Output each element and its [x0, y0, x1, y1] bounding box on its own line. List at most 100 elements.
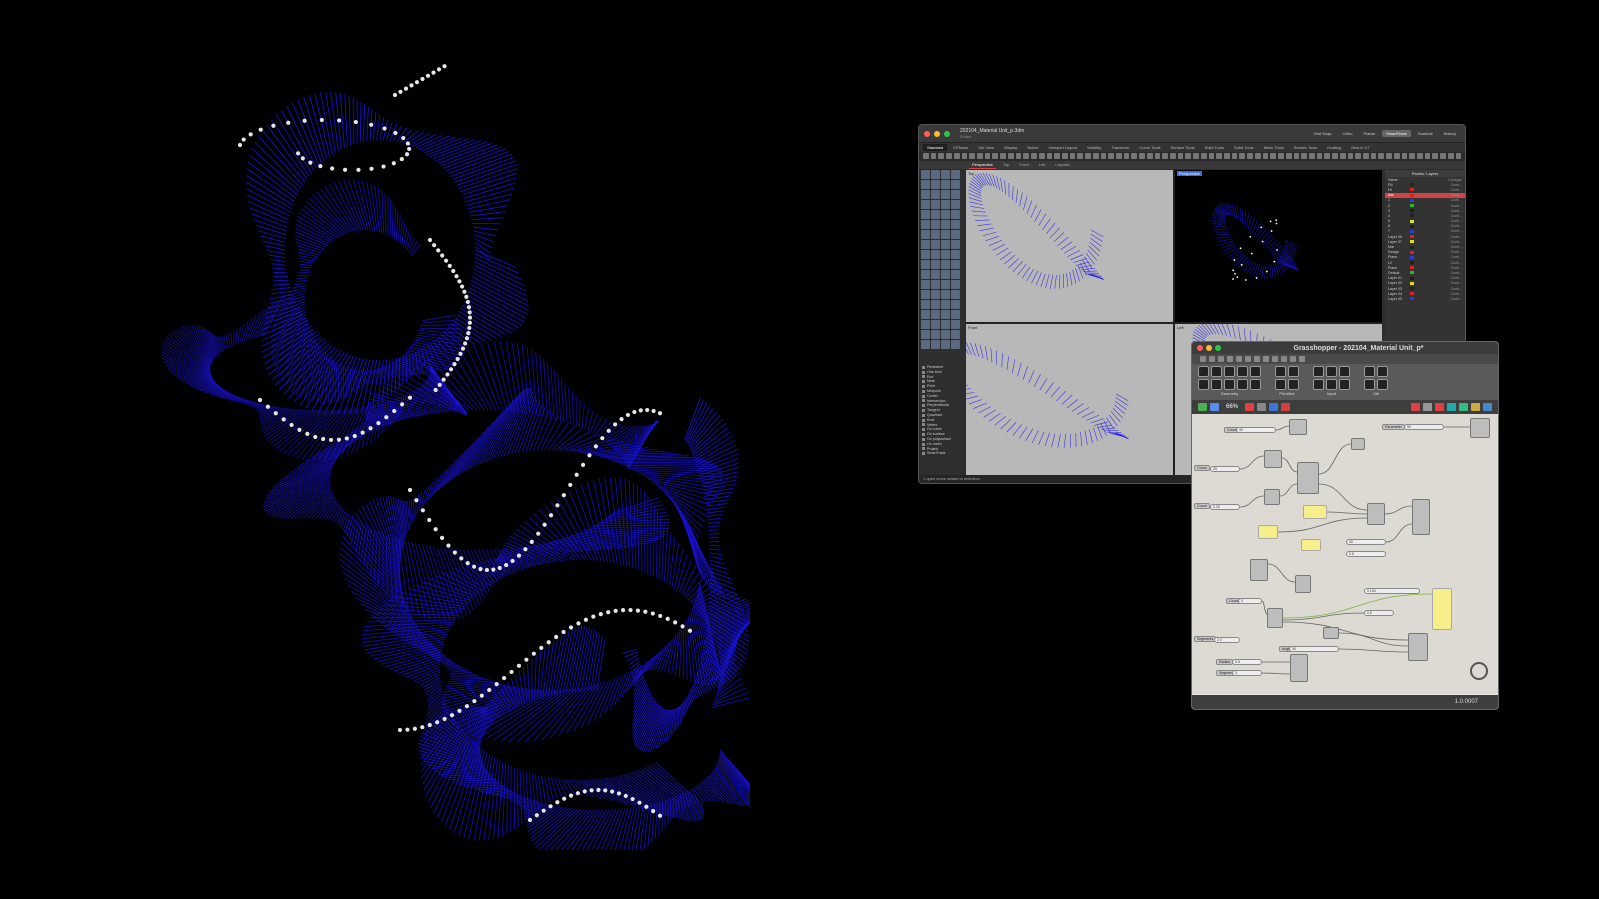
zoom-extents-icon[interactable]: [1257, 403, 1267, 411]
tool-icon[interactable]: [921, 340, 930, 349]
toolbar-icon[interactable]: [1393, 153, 1400, 159]
command-tab[interactable]: Set View: [974, 144, 998, 151]
component-icon[interactable]: [1275, 366, 1286, 377]
toolbar-icon[interactable]: [1447, 153, 1454, 159]
toolbar-icon[interactable]: [1061, 153, 1068, 159]
component-icon[interactable]: [1275, 379, 1286, 390]
tool-icon[interactable]: [951, 280, 960, 289]
component-icon[interactable]: [1250, 379, 1261, 390]
command-tab[interactable]: Select: [1023, 144, 1042, 151]
viewport-label[interactable]: Perspective: [1177, 171, 1202, 176]
tool-icon[interactable]: [921, 250, 930, 259]
toolbar-icon[interactable]: [1370, 153, 1377, 159]
toolbar-icon[interactable]: [1162, 153, 1168, 159]
viewport-top[interactable]: Top: [966, 170, 1173, 322]
toolbar-icon[interactable]: [1100, 153, 1107, 159]
toolbar-icon[interactable]: [1262, 153, 1269, 159]
toolbar-icon[interactable]: [1146, 153, 1153, 159]
selected-preview-icon[interactable]: [1447, 403, 1456, 411]
tool-icon[interactable]: [941, 340, 950, 349]
toolbar-icon[interactable]: [984, 153, 991, 159]
component-icon[interactable]: [1250, 366, 1261, 377]
tool-icon[interactable]: [921, 200, 930, 209]
tool-icon[interactable]: [941, 220, 950, 229]
toolbar-icon[interactable]: [946, 153, 952, 159]
shaded-preview-icon[interactable]: [1435, 403, 1444, 411]
layer-color-swatch[interactable]: [1410, 193, 1414, 197]
tool-icon[interactable]: [921, 280, 930, 289]
layer-color-swatch[interactable]: [1410, 219, 1414, 223]
tool-icon[interactable]: [931, 250, 940, 259]
number-slider[interactable]: 0.5: [1232, 659, 1262, 665]
toolbar-icon[interactable]: [930, 153, 937, 159]
toolbar-icon[interactable]: [1409, 153, 1415, 159]
number-slider[interactable]: 2.0: [1214, 637, 1240, 643]
toolbar-icon[interactable]: [961, 153, 968, 159]
toolbar-icon[interactable]: [1031, 153, 1037, 159]
tool-icon[interactable]: [941, 300, 950, 309]
toolbar-icon[interactable]: [1332, 153, 1338, 159]
component-icon[interactable]: [1313, 379, 1324, 390]
tool-icon[interactable]: [941, 330, 950, 339]
command-tab[interactable]: Solid Tools: [1201, 144, 1228, 151]
command-tab[interactable]: Transform: [1107, 144, 1133, 151]
toolbar-icon[interactable]: [1247, 153, 1253, 159]
toolbar-icon[interactable]: [1231, 153, 1238, 159]
component-icon[interactable]: [1339, 379, 1350, 390]
tool-icon[interactable]: [931, 180, 940, 189]
tool-icon[interactable]: [921, 220, 930, 229]
gh-menu-icon[interactable]: [1227, 356, 1233, 362]
snap-toggle[interactable]: Grid Snap: [1310, 130, 1336, 137]
snap-toggle[interactable]: Planar: [1360, 130, 1380, 137]
toolbar-icon[interactable]: [1108, 153, 1114, 159]
gh-component[interactable]: [1408, 633, 1428, 661]
minimize-icon[interactable]: [934, 130, 940, 137]
number-slider[interactable]: 0.25: [1210, 504, 1240, 510]
tool-icon[interactable]: [951, 290, 960, 299]
layer-color-swatch[interactable]: [1410, 204, 1414, 208]
command-tab[interactable]: Mesh Tools: [1260, 144, 1288, 151]
gh-menu-icon[interactable]: [1281, 356, 1287, 362]
sketch-icon[interactable]: [1281, 403, 1291, 411]
gh-component[interactable]: [1297, 462, 1319, 494]
toolbar-icon[interactable]: [1193, 153, 1199, 159]
toolbar-icon[interactable]: [1224, 153, 1230, 159]
command-tab[interactable]: Display: [1000, 144, 1021, 151]
tool-icon[interactable]: [941, 270, 950, 279]
toolbar-icon[interactable]: [1046, 153, 1053, 159]
command-tab[interactable]: Visibility: [1083, 144, 1105, 151]
layer-color-swatch[interactable]: [1410, 214, 1414, 218]
gh-component[interactable]: [1250, 559, 1268, 581]
toolbar-icon[interactable]: [1355, 153, 1361, 159]
component-icon[interactable]: [1211, 366, 1222, 377]
gh-menu-icon[interactable]: [1299, 356, 1305, 362]
tool-icon[interactable]: [921, 240, 930, 249]
toolbar-icon[interactable]: [1115, 153, 1122, 159]
viewport-front[interactable]: Front: [966, 323, 1173, 475]
component-icon[interactable]: [1198, 379, 1209, 390]
layer-color-swatch[interactable]: [1410, 240, 1414, 244]
gh-menu-icon[interactable]: [1218, 356, 1224, 362]
viewport-label[interactable]: Top: [968, 171, 974, 176]
snap-toggle[interactable]: SmartTrack: [1382, 130, 1411, 137]
tool-icon[interactable]: [931, 270, 940, 279]
component-icon[interactable]: [1313, 366, 1324, 377]
toolbar-icon[interactable]: [1339, 153, 1346, 159]
yellow-panel[interactable]: [1258, 525, 1278, 539]
tool-icon[interactable]: [921, 210, 930, 219]
save-icon[interactable]: [1198, 403, 1207, 411]
component-icon[interactable]: [1198, 366, 1209, 377]
gh-menu-icon[interactable]: [1245, 356, 1251, 362]
toolbar-icon[interactable]: [992, 153, 999, 159]
tool-icon[interactable]: [951, 180, 960, 189]
number-slider[interactable]: 3: [1238, 598, 1262, 604]
toolbar-icon[interactable]: [1054, 153, 1060, 159]
tool-icon[interactable]: [931, 220, 940, 229]
component-icon[interactable]: [1364, 366, 1375, 377]
number-slider[interactable]: 0.5: [1346, 551, 1386, 557]
toolbar-icon[interactable]: [1316, 153, 1323, 159]
toolbar-icon[interactable]: [969, 153, 976, 159]
tool-icon[interactable]: [941, 310, 950, 319]
toolbar-icon[interactable]: [1154, 153, 1161, 159]
gh-component[interactable]: [1323, 627, 1339, 639]
